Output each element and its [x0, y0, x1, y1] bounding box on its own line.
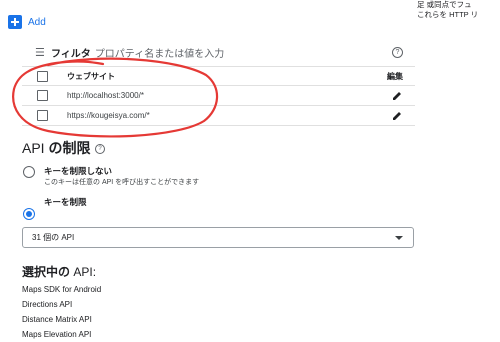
api-select-dropdown[interactable]: 31 個の API — [22, 227, 414, 248]
red-annotation-circle — [12, 57, 219, 138]
chevron-down-icon — [395, 235, 403, 240]
selected-apis-heading: 選択中の API: — [22, 265, 97, 279]
api-select-value: 31 個の API — [32, 233, 75, 242]
list-item: Maps Elevation API — [22, 330, 92, 339]
help-icon[interactable]: ? — [392, 47, 403, 58]
radio-restrict-key-label: キーを制限 — [44, 197, 87, 207]
selected-api-list: Maps SDK for Android Directions API Dist… — [22, 282, 101, 342]
side-note: 足 或同点でフュ これらを HTTP リ — [417, 0, 478, 20]
radio-dont-restrict-description: このキーは任意の API を呼び出すことができます — [44, 179, 200, 186]
api-help-icon[interactable]: ? — [95, 144, 105, 154]
api-restrictions-title: API の制限 — [22, 140, 91, 156]
list-item: Maps SDK for Android — [22, 285, 102, 294]
edit-pencil-icon[interactable] — [392, 91, 402, 101]
list-item: Distance Matrix API — [22, 315, 92, 324]
radio-dont-restrict[interactable] — [23, 166, 35, 178]
header-edit: 編集 — [387, 71, 403, 81]
edit-pencil-icon[interactable] — [392, 111, 402, 121]
plus-icon — [8, 15, 22, 29]
add-button-label: Add — [28, 16, 46, 28]
side-note-line-1: 足 或同点でフュ — [417, 0, 472, 9]
add-button[interactable]: Add — [8, 15, 46, 29]
side-note-line-2: これらを HTTP リ — [417, 10, 479, 19]
radio-dont-restrict-label: キーを制限しない — [44, 166, 113, 176]
list-item: Directions API — [22, 300, 73, 309]
radio-restrict-key[interactable] — [23, 208, 35, 220]
